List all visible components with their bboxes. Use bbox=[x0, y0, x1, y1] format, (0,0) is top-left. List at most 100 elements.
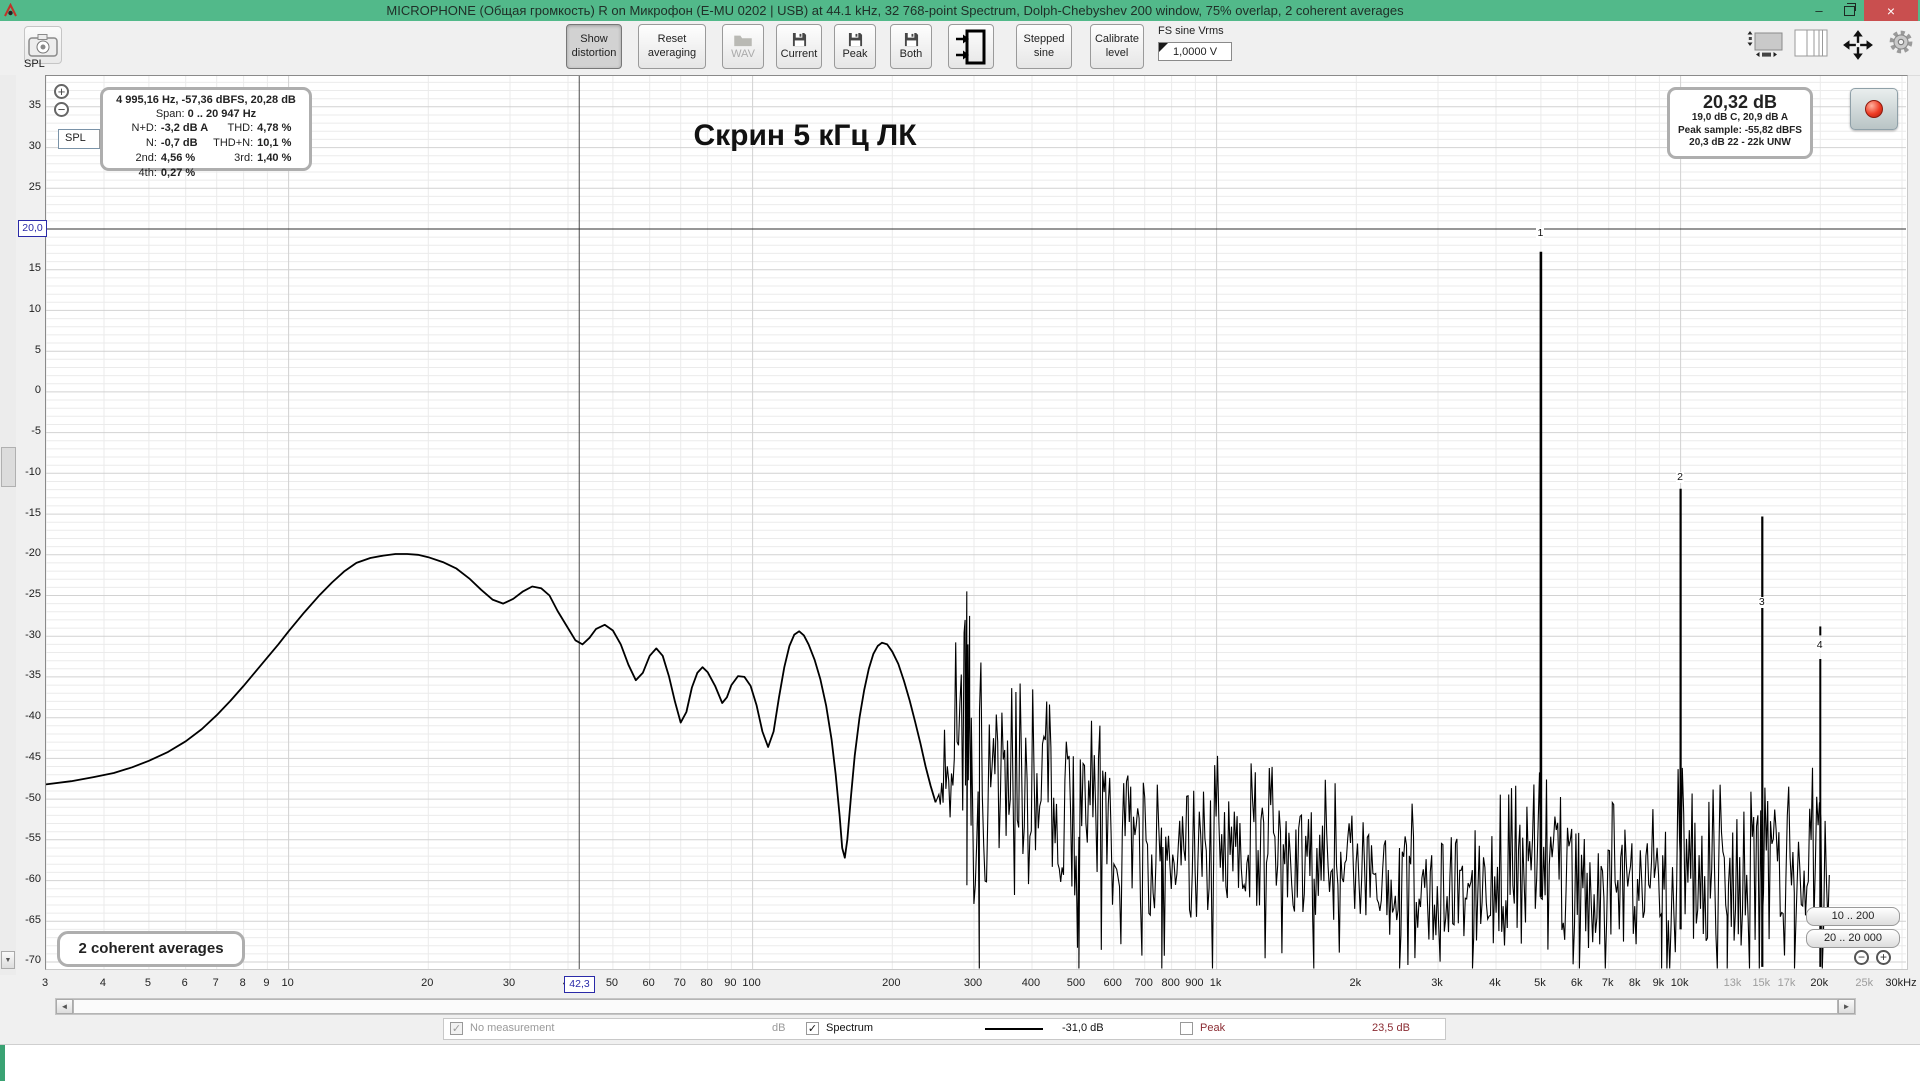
level-readout-box: 20,32 dB 19,0 dB C, 20,9 dB A Peak sampl… bbox=[1667, 87, 1813, 159]
window-title: MICROPHONE (Общая громкость) R on Микроф… bbox=[386, 3, 1404, 18]
level-cursor-readout[interactable]: 20,0 bbox=[18, 220, 47, 237]
save-wav-button[interactable]: WAV bbox=[722, 24, 764, 69]
scroll-left-button[interactable]: ◄ bbox=[56, 999, 73, 1014]
x-tick-label: 5 bbox=[144, 977, 151, 989]
x-tick-label: 7k bbox=[1601, 977, 1614, 989]
stepped-sine-line1: Stepped bbox=[1023, 33, 1065, 45]
layout-pan-button[interactable] bbox=[1746, 29, 1784, 59]
x-tick-label: 1k bbox=[1209, 977, 1222, 989]
y-tick-label: 5 bbox=[34, 343, 41, 356]
import-signal-button[interactable] bbox=[948, 24, 994, 69]
x-tick-label: 30 bbox=[502, 977, 516, 989]
zoom-out-button[interactable]: − bbox=[54, 102, 69, 117]
save-icon bbox=[792, 32, 806, 47]
y-tick-label: 10 bbox=[28, 302, 41, 315]
y-tick-label: -10 bbox=[25, 465, 41, 478]
x-tick-label: 10 bbox=[281, 977, 294, 989]
minimize-button[interactable]: – bbox=[1804, 0, 1834, 21]
chart-title: Скрин 5 кГц ЛК bbox=[693, 119, 917, 152]
zoom-in-button[interactable]: + bbox=[54, 84, 69, 99]
grid-minor bbox=[45, 76, 1906, 969]
fit-view-button[interactable] bbox=[1842, 29, 1874, 61]
record-button[interactable] bbox=[1850, 88, 1898, 130]
trace-color-sample bbox=[985, 1028, 1043, 1030]
freq-cursor-readout[interactable]: 42,3 bbox=[564, 976, 595, 993]
x-tick-label: 900 bbox=[1185, 977, 1204, 989]
check-icon: ✓ bbox=[451, 1023, 462, 1035]
range-20-20000-button[interactable]: 20 .. 20 000 bbox=[1806, 929, 1900, 948]
no-measurement-checkbox[interactable]: ✓ bbox=[450, 1022, 463, 1035]
save-both-button[interactable]: Both bbox=[890, 24, 932, 69]
x-tick-label: 4 bbox=[99, 977, 107, 989]
x-zoom-out-button[interactable]: − bbox=[1854, 950, 1869, 965]
thd-value: 4,78 % bbox=[257, 122, 292, 134]
calibrate-level-button[interactable]: Calibrate level bbox=[1090, 24, 1144, 69]
x-tick-label: 7 bbox=[212, 977, 219, 989]
span-label: Span: bbox=[155, 108, 185, 120]
check-icon: ✓ bbox=[807, 1023, 818, 1035]
x-tick-label: 9 bbox=[263, 977, 270, 989]
x-tick-label: 13k bbox=[1723, 977, 1742, 989]
thdn-value: 10,1 % bbox=[257, 137, 292, 149]
stepped-sine-button[interactable]: Stepped sine bbox=[1016, 24, 1072, 69]
spectrum-checkbox[interactable]: ✓ bbox=[806, 1022, 819, 1035]
show-distortion-line1: Show bbox=[580, 33, 608, 45]
y-tick-label: -60 bbox=[25, 873, 41, 886]
reset-averaging-line2: averaging bbox=[647, 47, 697, 59]
y-tick-label: -65 bbox=[25, 913, 41, 926]
n-value: -0,7 dB bbox=[160, 137, 198, 149]
spectrum-trace-noise bbox=[935, 591, 1830, 969]
x-zoom-in-button[interactable]: + bbox=[1876, 950, 1891, 965]
peak-checkbox[interactable] bbox=[1180, 1022, 1193, 1035]
scroll-right-button[interactable]: ► bbox=[1838, 999, 1855, 1014]
peak-db-value: 23,5 dB bbox=[1372, 1022, 1410, 1034]
frequency-bands-button[interactable] bbox=[1794, 29, 1828, 57]
fs-sine-input[interactable]: 1,0000 V bbox=[1158, 42, 1232, 61]
close-button[interactable]: × bbox=[1864, 0, 1918, 21]
nd-value: -3,2 dB A bbox=[160, 122, 209, 134]
spectrum-label: Spectrum bbox=[826, 1022, 874, 1034]
h3-value: 1,40 % bbox=[257, 152, 292, 164]
calibrate-level-line2: level bbox=[1105, 47, 1129, 59]
restore-icon bbox=[1843, 2, 1856, 16]
y-tick-label: -35 bbox=[25, 669, 41, 682]
plot-area[interactable] bbox=[45, 75, 1908, 970]
y-tick-label: 15 bbox=[28, 262, 41, 275]
x-tick-label: 3k bbox=[1431, 977, 1443, 989]
bottom-strip bbox=[0, 1044, 1920, 1081]
harmonic-label-1: 1 bbox=[1536, 227, 1545, 240]
stepped-sine-line2: sine bbox=[1033, 47, 1055, 59]
level-main-value: 20,32 dB bbox=[1702, 92, 1778, 112]
settings-button[interactable] bbox=[1888, 29, 1914, 55]
x-tick-label: 17k bbox=[1777, 977, 1796, 989]
harmonic-label-3: 3 bbox=[1757, 596, 1766, 609]
screen-pan-icon bbox=[1747, 31, 1783, 57]
measurement-info-box: 4 995,16 Hz, -57,36 dBFS, 20,28 dB Span:… bbox=[100, 87, 312, 179]
horizontal-scrollbar[interactable]: ◄ ► bbox=[55, 998, 1856, 1015]
x-tick-label: 25k bbox=[1855, 977, 1874, 989]
n-label: N: bbox=[145, 137, 157, 149]
level-weighted: 19,0 dB C, 20,9 dB A bbox=[1691, 112, 1789, 123]
range-10-200-button[interactable]: 10 .. 200 bbox=[1806, 907, 1900, 926]
horizontal-scrollbar-thumb[interactable] bbox=[73, 999, 1838, 1014]
wav-label: WAV bbox=[731, 47, 755, 60]
show-distortion-button[interactable]: Show distortion bbox=[566, 24, 622, 69]
y-tick-label: -25 bbox=[25, 587, 41, 600]
save-current-button[interactable]: Current bbox=[776, 24, 822, 69]
gear-icon bbox=[1889, 30, 1913, 54]
info-row: N+D: -3,2 dB A THD: 4,78 % bbox=[110, 121, 302, 136]
y-tick-label: -5 bbox=[31, 425, 41, 438]
maximize-button[interactable] bbox=[1834, 0, 1864, 21]
x-tick-label: 4k bbox=[1489, 977, 1501, 989]
camera-icon bbox=[28, 34, 58, 57]
x-tick-label: 20k bbox=[1810, 977, 1829, 989]
x-tick-label: 3 bbox=[41, 977, 49, 989]
h4-value: 0,27 % bbox=[160, 167, 196, 179]
reset-averaging-button[interactable]: Reset averaging bbox=[638, 24, 706, 69]
title-bar: MICROPHONE (Общая громкость) R on Микроф… bbox=[0, 0, 1920, 21]
x-tick-label: 70 bbox=[673, 977, 686, 989]
x-tick-label: 10k bbox=[1670, 977, 1689, 989]
x-tick-label: 50 bbox=[605, 977, 619, 989]
save-peak-button[interactable]: Peak bbox=[834, 24, 876, 69]
y-tick-label: -70 bbox=[25, 954, 41, 967]
